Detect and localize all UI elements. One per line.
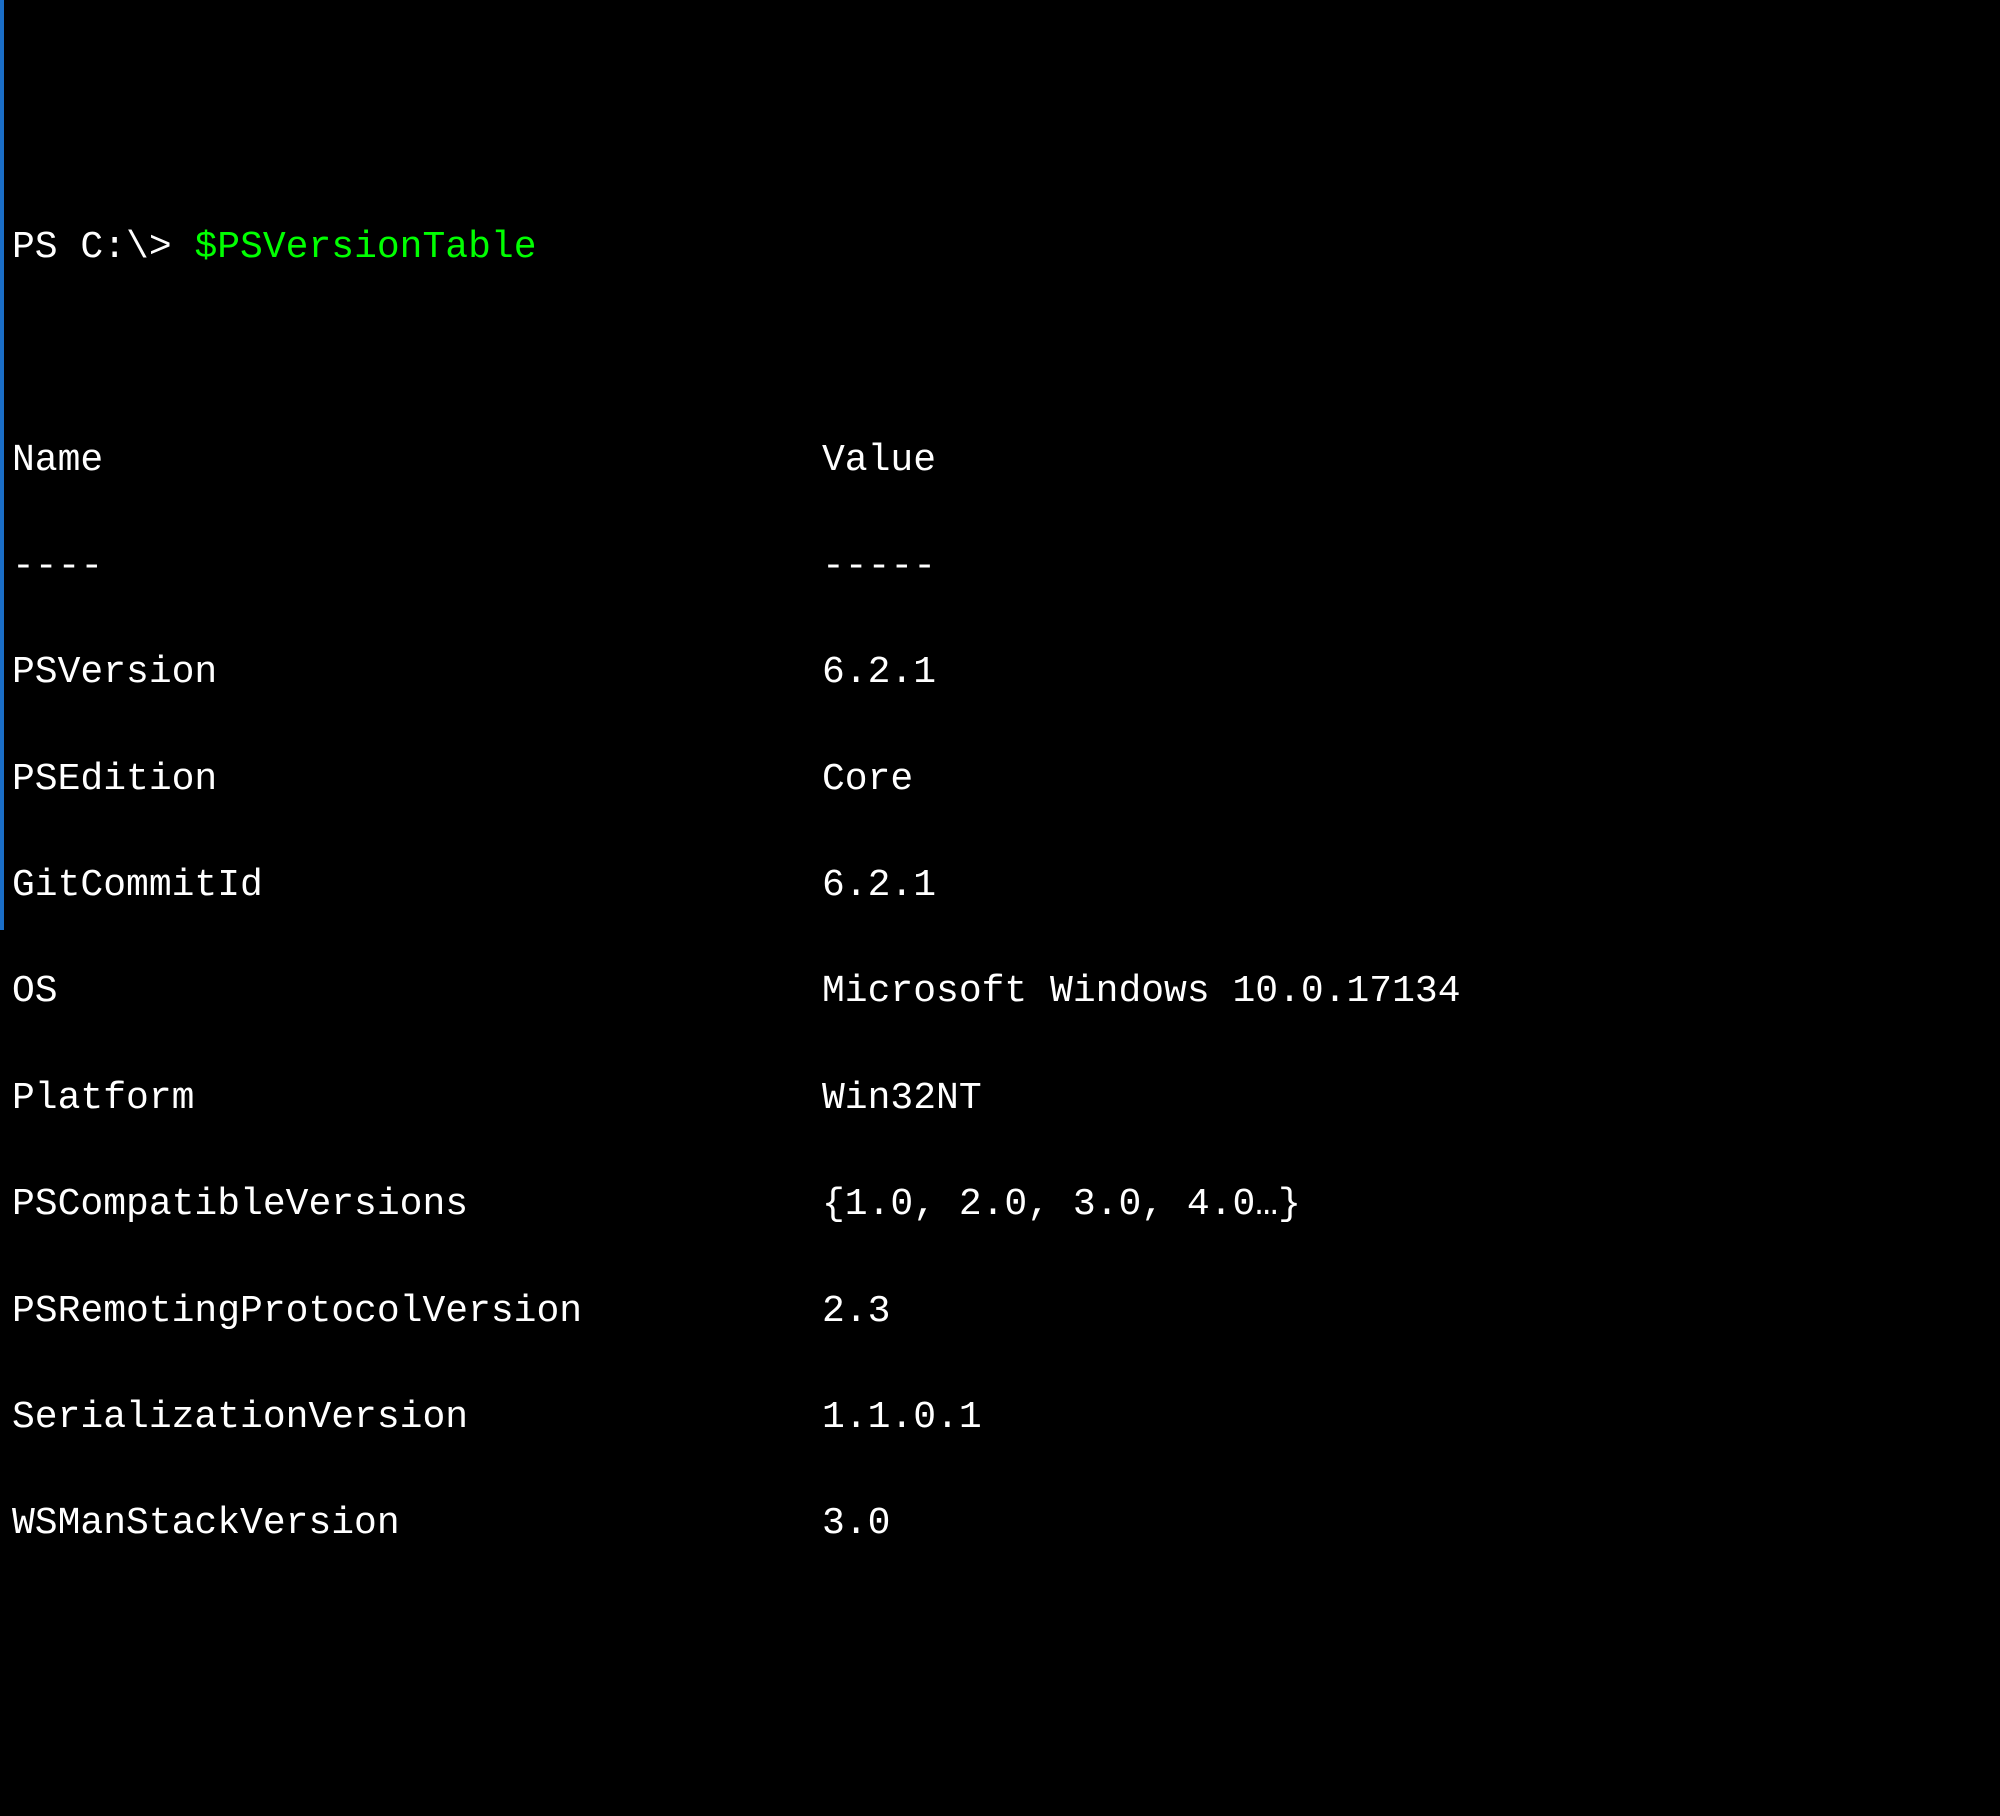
row-value: 3.0 [822,1497,890,1550]
table-row: PlatformWin32NT [12,1072,2000,1125]
row-value: Core [822,753,913,806]
row-name: GitCommitId [12,859,822,912]
command-line[interactable]: PS C:\> $PSVersionTable [12,221,2000,274]
row-name: PSVersion [12,646,822,699]
table-separator: --------- [12,540,2000,593]
blank-line [12,327,2000,380]
sep-name: ---- [12,540,822,593]
table-row: PSRemotingProtocolVersion2.3 [12,1285,2000,1338]
prompt-text: PS C:\> [12,226,194,269]
table-row: GitCommitId6.2.1 [12,859,2000,912]
command-text: $PSVersionTable [194,226,536,269]
row-name: OS [12,965,822,1018]
row-value: Win32NT [822,1072,982,1125]
header-value: Value [822,434,936,487]
row-value: {1.0, 2.0, 3.0, 4.0…} [822,1178,1301,1231]
table-row: SerializationVersion1.1.0.1 [12,1391,2000,1444]
row-name: Platform [12,1072,822,1125]
row-value: 6.2.1 [822,859,936,912]
row-value: Microsoft Windows 10.0.17134 [822,965,1461,1018]
table-header: NameValue [12,434,2000,487]
table-row: PSCompatibleVersions{1.0, 2.0, 3.0, 4.0…… [12,1178,2000,1231]
header-name: Name [12,434,822,487]
table-row: WSManStackVersion3.0 [12,1497,2000,1550]
row-name: PSEdition [12,753,822,806]
table-row: PSVersion6.2.1 [12,646,2000,699]
row-name: PSCompatibleVersions [12,1178,822,1231]
row-value: 6.2.1 [822,646,936,699]
table-row: PSEditionCore [12,753,2000,806]
row-value: 2.3 [822,1285,890,1338]
row-value: 1.1.0.1 [822,1391,982,1444]
sep-value: ----- [822,540,936,593]
row-name: SerializationVersion [12,1391,822,1444]
row-name: WSManStackVersion [12,1497,822,1550]
table-row: OSMicrosoft Windows 10.0.17134 [12,965,2000,1018]
row-name: PSRemotingProtocolVersion [12,1285,822,1338]
